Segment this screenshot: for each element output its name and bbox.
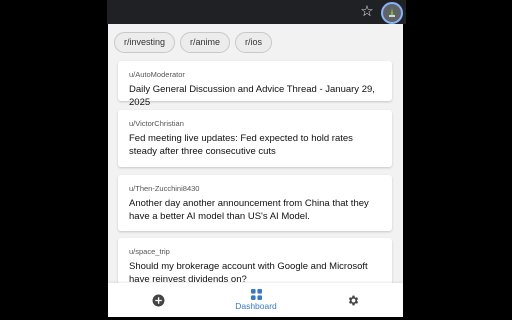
subreddit-chips: r/investing r/anime r/ios: [114, 32, 273, 53]
post-title: Fed meeting live updates: Fed expected t…: [129, 133, 353, 157]
post-author: u/VictorChristian: [129, 119, 184, 128]
gear-icon: [348, 295, 358, 305]
post-card[interactable]: u/AutoModerator Daily General Discussion…: [118, 61, 392, 108]
tab-dashboard-label: Dashboard: [235, 301, 277, 311]
post-card[interactable]: u/Then-Zucchini8430 Another day another …: [118, 175, 392, 231]
post-title: Another day another announcement from Ch…: [129, 198, 369, 222]
tab-dashboard[interactable]: Dashboard: [226, 283, 286, 317]
dashboard-grid-icon: [250, 289, 262, 300]
add-circle-icon: [152, 294, 164, 306]
star-icon[interactable]: ☆: [358, 3, 376, 21]
subreddit-chip[interactable]: r/ios: [235, 32, 273, 53]
post-author: u/Then-Zucchini8430: [129, 184, 200, 193]
browser-toolbar: ☆: [107, 0, 406, 24]
subreddit-chip[interactable]: r/anime: [180, 32, 231, 53]
extension-popup: r/investing r/anime r/ios u/AutoModerato…: [108, 24, 403, 317]
post-author: u/AutoModerator: [129, 70, 185, 79]
subreddit-chip[interactable]: r/investing: [114, 32, 176, 53]
settings-button[interactable]: [341, 283, 365, 317]
post-title: Daily General Discussion and Advice Thre…: [129, 84, 375, 108]
extension-icon[interactable]: [381, 2, 403, 24]
post-card[interactable]: u/VictorChristian Fed meeting live updat…: [118, 110, 392, 167]
add-button[interactable]: [146, 283, 170, 317]
bottom-navigation: Dashboard: [108, 283, 403, 317]
post-author: u/space_trip: [129, 247, 170, 256]
